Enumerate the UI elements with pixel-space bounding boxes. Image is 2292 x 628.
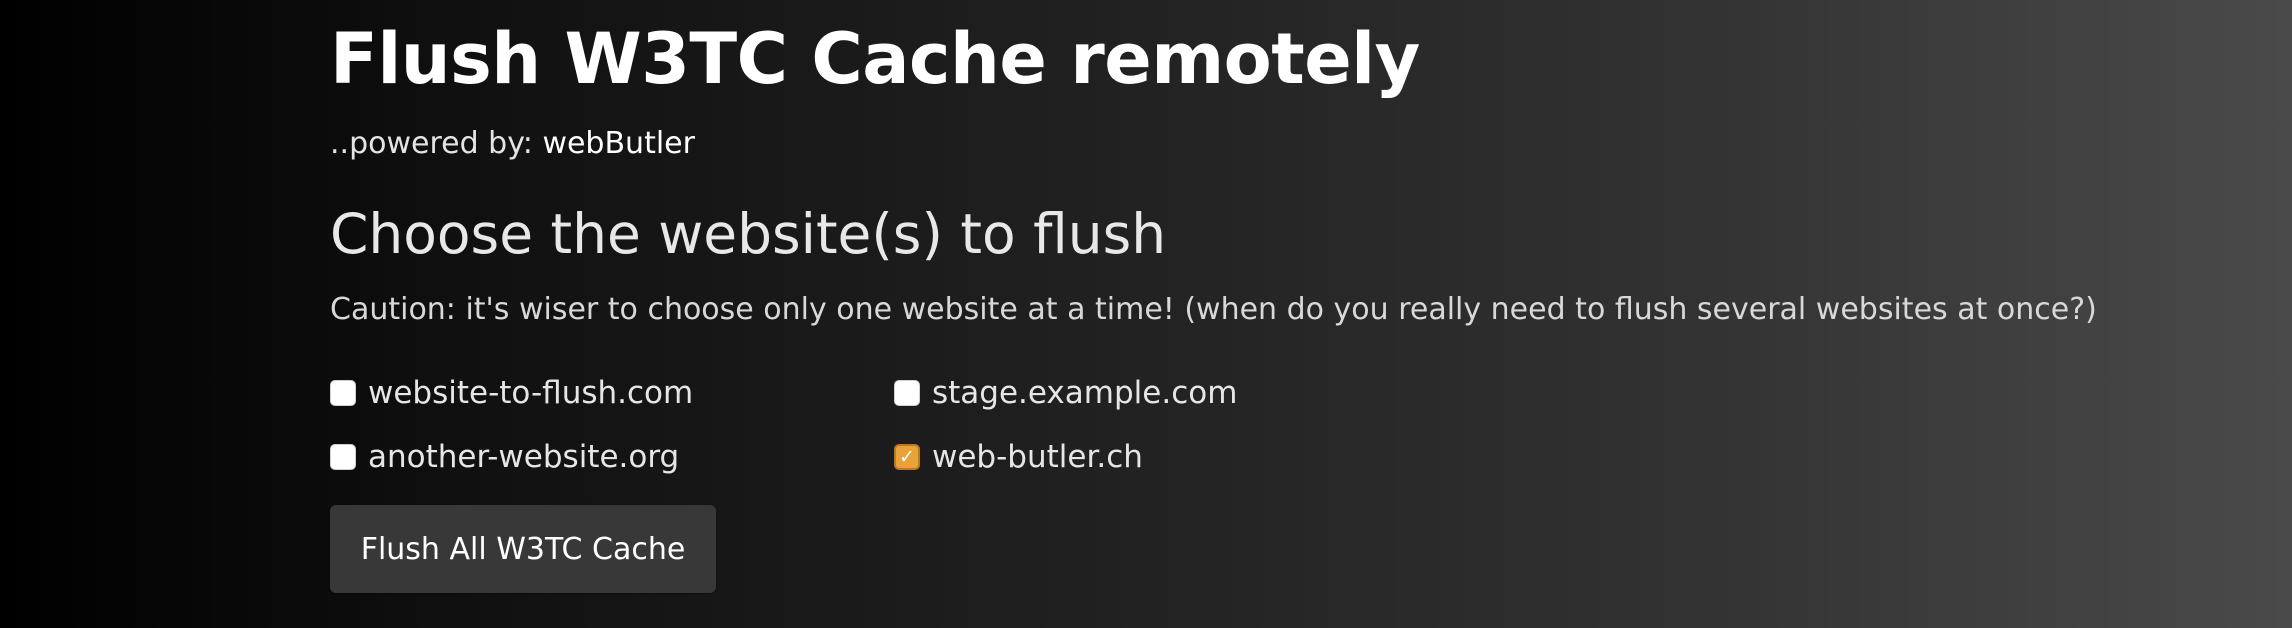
- site-checkbox[interactable]: [330, 444, 356, 470]
- flush-all-button[interactable]: Flush All W3TC Cache: [330, 505, 716, 593]
- brand-name: webButler: [542, 126, 695, 161]
- site-label: website-to-flush.com: [368, 375, 694, 411]
- powered-by-line: ..powered by: webButler: [330, 126, 695, 161]
- site-option-stage-example[interactable]: stage.example.com: [894, 373, 1237, 413]
- site-label: stage.example.com: [932, 375, 1238, 411]
- site-option-website-to-flush[interactable]: website-to-flush.com: [330, 373, 693, 413]
- site-option-another-website[interactable]: another-website.org: [330, 437, 679, 477]
- powered-by-label: ..powered by:: [330, 126, 543, 161]
- site-label: another-website.org: [368, 439, 680, 475]
- site-checkbox[interactable]: ✓: [894, 444, 920, 470]
- checkmark-icon: ✓: [899, 445, 915, 468]
- section-heading: Choose the website(s) to flush: [330, 202, 1167, 266]
- site-checkbox[interactable]: [894, 380, 920, 406]
- site-checkbox[interactable]: [330, 380, 356, 406]
- site-option-web-butler[interactable]: ✓ web-butler.ch: [894, 437, 1143, 477]
- site-label: web-butler.ch: [932, 439, 1143, 475]
- page-title: Flush W3TC Cache remotely: [330, 18, 1420, 100]
- caution-text: Caution: it's wiser to choose only one w…: [330, 292, 2097, 327]
